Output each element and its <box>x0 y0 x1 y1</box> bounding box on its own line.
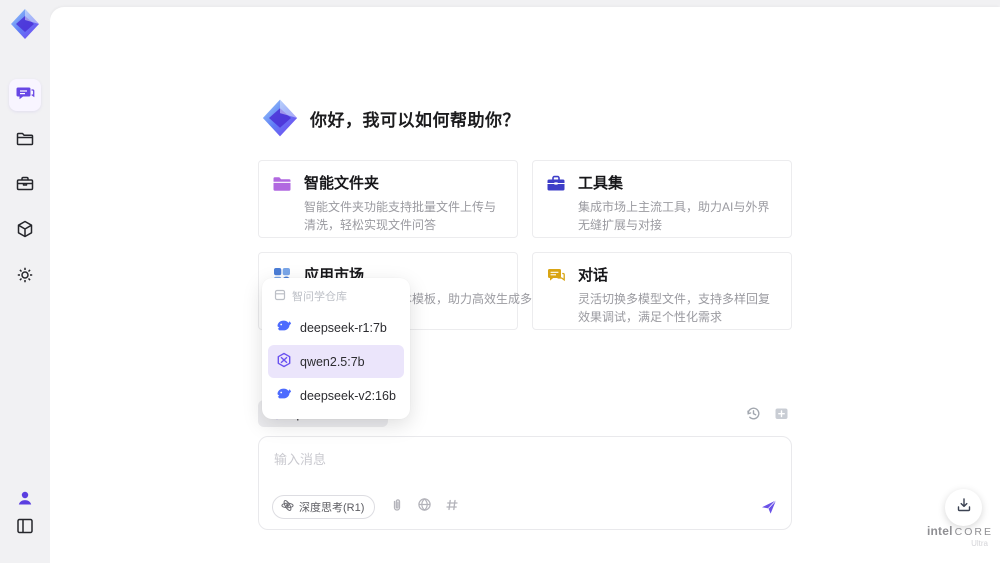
card-description-partial: 本模板，助力高效生成多 <box>400 292 533 306</box>
card-title: 工具集 <box>578 175 624 192</box>
deep-think-toggle[interactable]: 深度思考(R1) <box>272 495 376 519</box>
model-option-label: deepseek-r1:7b <box>300 320 387 335</box>
cube-icon <box>15 219 35 244</box>
model-option-qwen[interactable]: qwen2.5:7b <box>268 345 404 378</box>
globe-icon[interactable] <box>417 497 432 517</box>
sidebar <box>0 0 50 563</box>
app-logo-icon[interactable] <box>7 6 43 42</box>
send-icon[interactable] <box>760 498 778 516</box>
chat-icon <box>15 83 35 108</box>
download-button[interactable] <box>945 489 982 526</box>
briefcase-icon <box>545 172 569 226</box>
panel-layout-icon <box>15 516 35 541</box>
model-dropdown-header: 智问学仓库 <box>268 285 404 310</box>
app-logo-icon <box>258 96 302 140</box>
card-description: 灵活切换多模型文件，支持多样回复效果调试，满足个性化需求 <box>578 292 771 324</box>
sidebar-item-models[interactable] <box>9 215 41 247</box>
composer-toolbar: 深度思考(R1) <box>272 495 778 519</box>
deepseek-whale-icon <box>276 318 292 337</box>
briefcase-icon <box>15 174 35 199</box>
sidebar-item-toolbox[interactable] <box>9 170 41 202</box>
gear-icon <box>15 265 35 290</box>
card-description: 集成市场上主流工具，助力AI与外界无缝扩展与对接 <box>578 200 770 232</box>
card-smart-folder[interactable]: 智能文件夹 智能文件夹功能支持批量文件上传与清洗，轻松实现文件问答 <box>258 160 518 238</box>
new-chat-icon[interactable] <box>773 405 790 427</box>
sidebar-item-settings[interactable] <box>9 261 41 293</box>
main-panel: 你好，我可以如何帮助你？ 智能文件夹 智能文件夹功能支持批量文件上传与清洗，轻松… <box>50 7 1000 563</box>
qwen-icon <box>276 352 292 371</box>
sidebar-item-panel-toggle[interactable] <box>9 512 41 544</box>
greeting: 你好，我可以如何帮助你？ <box>258 96 520 140</box>
model-option-deepseek-v2[interactable]: deepseek-v2:16b <box>268 379 404 412</box>
intel-core-badge: intel CORE Ultra <box>922 524 998 548</box>
deep-think-label: 深度思考(R1) <box>299 502 365 514</box>
card-toolset[interactable]: 工具集 集成市场上主流工具，助力AI与外界无缝扩展与对接 <box>532 160 792 238</box>
chat-bubble-icon <box>545 264 569 318</box>
user-icon <box>15 488 35 513</box>
history-icon[interactable] <box>745 405 762 427</box>
atom-icon <box>281 499 294 515</box>
paperclip-icon[interactable] <box>390 498 404 517</box>
greeting-text: 你好，我可以如何帮助你？ <box>310 110 520 130</box>
model-option-label: deepseek-v2:16b <box>300 388 396 403</box>
card-title: 智能文件夹 <box>304 175 380 192</box>
ultra-brand-text: Ultra <box>971 539 988 548</box>
intel-brand-text: intel <box>926 524 953 538</box>
sidebar-item-folders[interactable] <box>9 125 41 157</box>
message-input[interactable] <box>272 447 776 493</box>
message-composer: 深度思考(R1) <box>258 436 792 530</box>
model-dropdown-header-label: 智问学仓库 <box>292 291 347 303</box>
folder-icon <box>271 172 295 226</box>
model-option-deepseek-r1[interactable]: deepseek-r1:7b <box>268 311 404 344</box>
download-icon <box>955 496 973 519</box>
card-description: 智能文件夹功能支持批量文件上传与清洗，轻松实现文件问答 <box>304 200 497 232</box>
deepseek-whale-icon <box>276 386 292 405</box>
model-option-label: qwen2.5:7b <box>300 354 365 369</box>
folder-icon <box>15 129 35 154</box>
card-title: 对话 <box>578 267 609 284</box>
repo-icon <box>274 289 286 304</box>
core-brand-text: CORE <box>954 526 993 538</box>
card-dialogue[interactable]: 对话 灵活切换多模型文件，支持多样回复效果调试，满足个性化需求 <box>532 252 792 330</box>
hash-icon[interactable] <box>445 498 459 517</box>
sidebar-item-chat[interactable] <box>9 79 41 111</box>
model-dropdown: 智问学仓库 deepseek-r1:7b qwen2.5:7b deepseek… <box>262 278 410 419</box>
